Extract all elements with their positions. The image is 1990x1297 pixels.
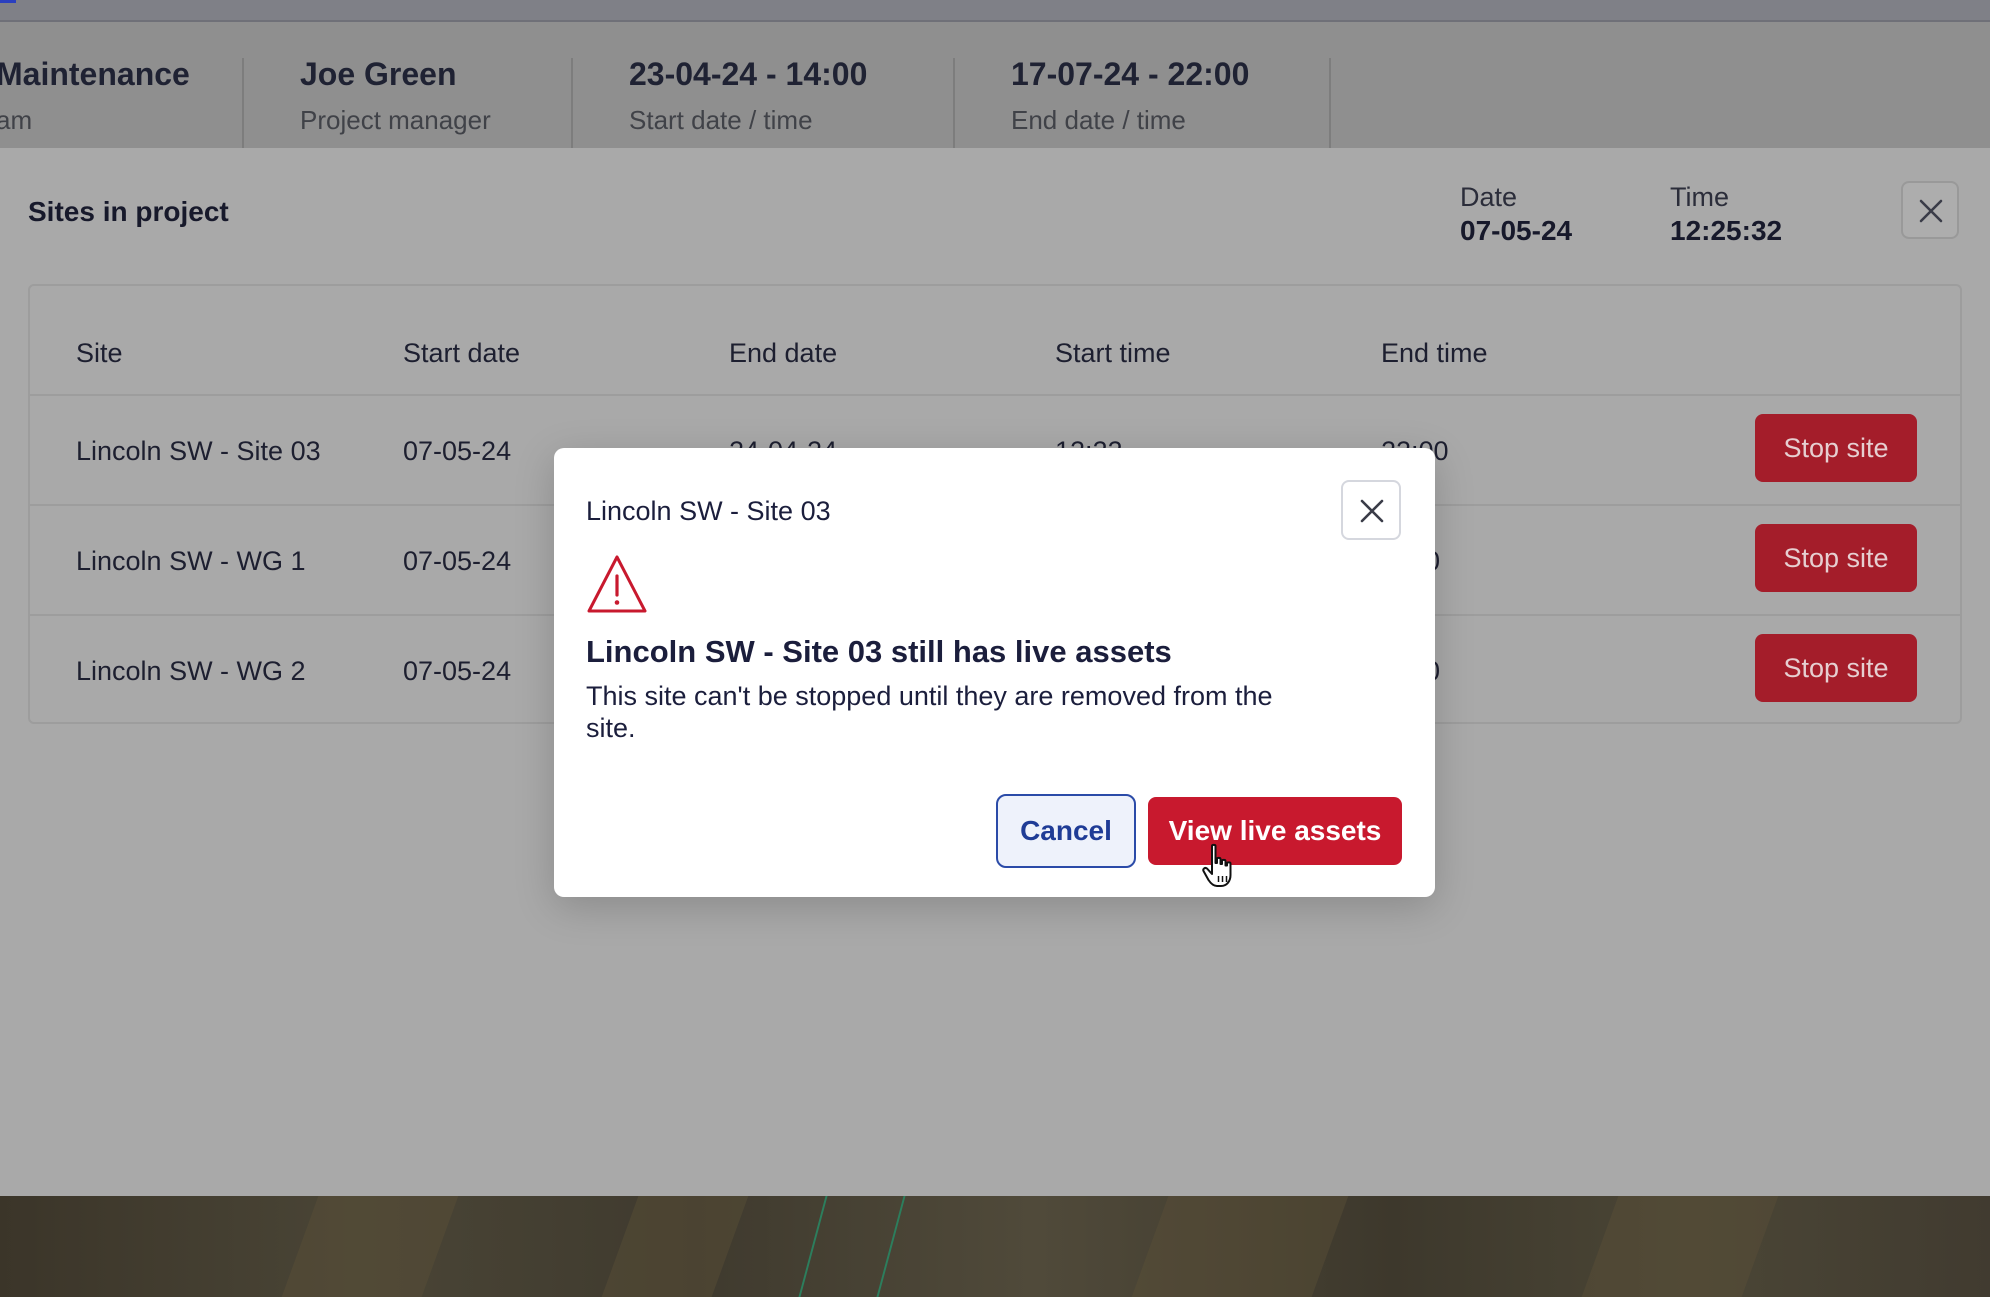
header-team-label: am (0, 105, 33, 135)
map-boundary-line (876, 1196, 906, 1297)
header-start-value: 23-04-24 - 14:00 (629, 56, 868, 92)
stop-site-button[interactable]: Stop site (1755, 634, 1917, 702)
project-header (0, 22, 1990, 152)
header-divider (1329, 58, 1331, 150)
time-value: 12:25:32 (1670, 215, 1783, 246)
map-field (281, 1196, 459, 1297)
cell-site: Lincoln SW - WG 1 (76, 546, 306, 576)
current-time: Time 12:25:32 (1670, 182, 1782, 247)
map-field (601, 1196, 749, 1297)
header-item-team: Maintenance am (0, 56, 190, 136)
header-manager-label: Project manager (300, 105, 491, 135)
header-start-label: Start date / time (629, 105, 813, 135)
column-header-end-time: End time (1381, 338, 1488, 368)
hand-cursor-icon (1202, 843, 1232, 887)
dialog-title: Lincoln SW - Site 03 (586, 496, 831, 526)
view-live-assets-button[interactable]: View live assets (1148, 797, 1402, 865)
cell-site: Lincoln SW - WG 2 (76, 656, 306, 686)
header-manager-value: Joe Green (300, 56, 457, 92)
map-boundary-line (798, 1196, 828, 1297)
dialog-close-button[interactable] (1341, 480, 1401, 540)
header-item-manager: Joe Green Project manager (300, 56, 491, 136)
column-header-end-date: End date (729, 338, 838, 368)
live-assets-dialog: Lincoln SW - Site 03 Lincoln SW - Site 0… (554, 448, 1435, 897)
cell-start-date: 07-05-24 (403, 656, 512, 686)
warning-triangle-icon (587, 555, 647, 613)
header-item-end: 17-07-24 - 22:00 End date / time (1011, 56, 1249, 136)
header-end-value: 17-07-24 - 22:00 (1011, 56, 1250, 92)
current-date: Date 07-05-24 (1460, 182, 1572, 247)
stop-site-button[interactable]: Stop site (1755, 524, 1917, 592)
column-header-site: Site (76, 338, 123, 368)
dialog-message: This site can't be stopped until they ar… (586, 681, 1273, 743)
close-icon (1360, 499, 1384, 523)
header-divider (953, 58, 955, 150)
header-end-label: End date / time (1011, 105, 1186, 135)
header-team-value: Maintenance (0, 56, 190, 92)
map-background (0, 1196, 1990, 1297)
map-field (1581, 1196, 1779, 1297)
column-header-start-time: Start time (1055, 338, 1171, 368)
column-header-start-date: Start date (403, 338, 521, 368)
top-bar (0, 0, 1990, 22)
date-value: 07-05-24 (1460, 215, 1573, 246)
cell-start-date: 07-05-24 (403, 436, 512, 466)
header-item-start: 23-04-24 - 14:00 Start date / time (629, 56, 867, 136)
date-label: Date (1460, 182, 1518, 212)
header-divider (571, 58, 573, 150)
panel-close-button[interactable] (1901, 181, 1959, 239)
stop-site-button[interactable]: Stop site (1755, 414, 1917, 482)
panel-title: Sites in project (28, 196, 229, 227)
cancel-button[interactable]: Cancel (996, 794, 1136, 868)
time-label: Time (1670, 182, 1729, 212)
header-divider (242, 58, 244, 150)
cell-start-date: 07-05-24 (403, 546, 512, 576)
dialog-heading: Lincoln SW - Site 03 still has live asse… (586, 634, 1172, 669)
top-bar-accent (0, 0, 16, 3)
cell-site: Lincoln SW - Site 03 (76, 436, 321, 466)
map-field (1131, 1196, 1349, 1297)
close-icon (1919, 199, 1943, 223)
